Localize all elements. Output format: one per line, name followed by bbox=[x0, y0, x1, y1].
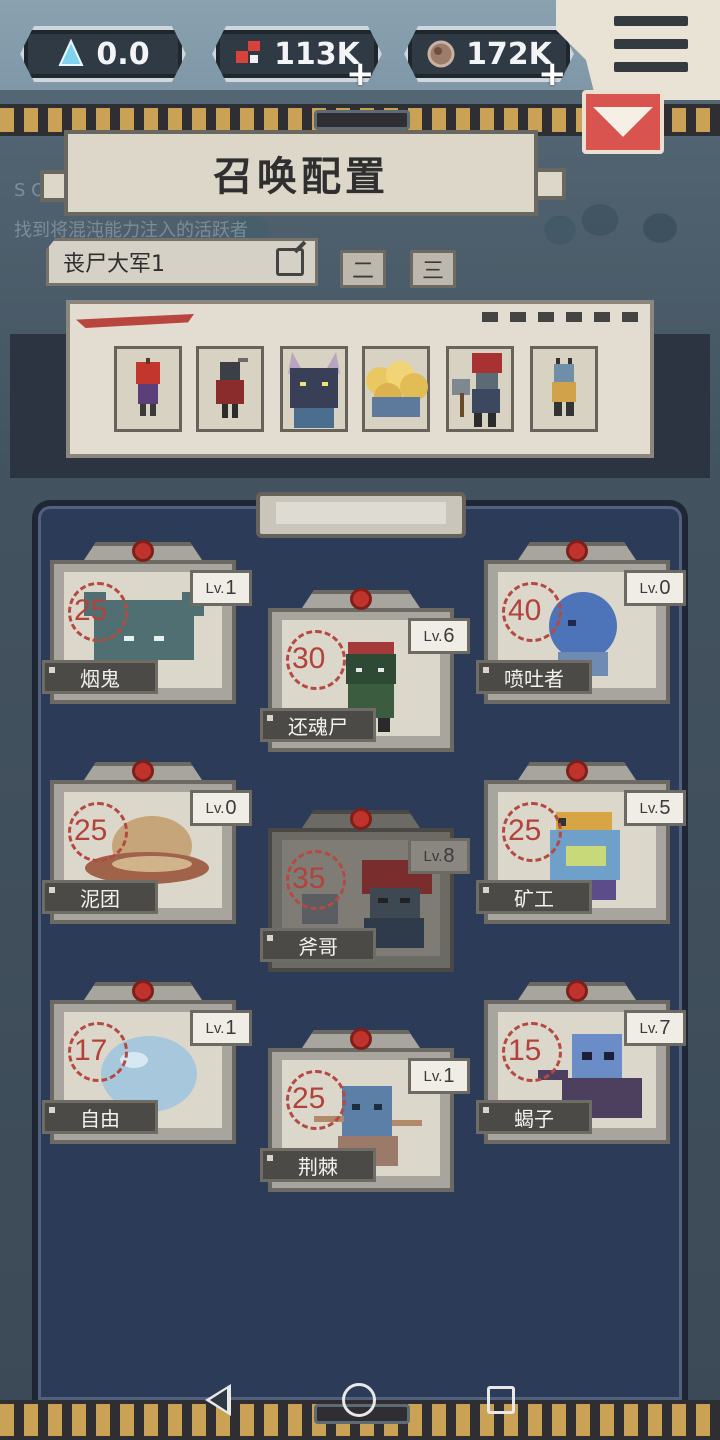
team-slot-3[interactable] bbox=[280, 346, 348, 432]
unit-level-badge: Lv. 6 bbox=[408, 618, 470, 654]
unit-level-badge: Lv. 7 bbox=[624, 1010, 686, 1046]
unit-name: 喷吐者 bbox=[476, 660, 592, 694]
back-triangle-icon[interactable] bbox=[205, 1384, 232, 1416]
gem-icon bbox=[566, 980, 588, 1002]
unit-card-thorns[interactable]: 25 Lv. 1 荆棘 bbox=[260, 1028, 470, 1192]
gem-icon bbox=[132, 540, 154, 562]
unit-level-badge: Lv. 5 bbox=[624, 790, 686, 826]
unit-cost: 25 bbox=[74, 814, 108, 847]
unit-card-scorpion[interactable]: 15 Lv. 7 蝎子 bbox=[476, 980, 686, 1144]
page-title: 召唤配置 bbox=[64, 130, 538, 216]
preset-tab-2[interactable]: 二 bbox=[340, 250, 386, 288]
team-dots bbox=[482, 312, 638, 322]
unit-name: 烟鬼 bbox=[42, 660, 158, 694]
blood-drops-icon bbox=[234, 39, 264, 69]
unit-cost: 25 bbox=[74, 594, 108, 627]
unit-cost: 35 bbox=[292, 862, 326, 895]
unit-card-smoke-ghost[interactable]: 25 Lv. 1 烟鬼 bbox=[42, 540, 252, 704]
triangle-down-icon bbox=[593, 107, 653, 137]
unit-name: 泥团 bbox=[42, 880, 158, 914]
shard-value: 0.0 bbox=[96, 36, 150, 72]
apple-head-zombie-icon bbox=[136, 358, 160, 416]
edit-icon[interactable] bbox=[276, 248, 304, 276]
team-slot-4[interactable] bbox=[362, 346, 430, 432]
unit-card-axe-bro[interactable]: 35 Lv. 8 斧哥 bbox=[260, 808, 470, 972]
top-notch bbox=[314, 110, 410, 130]
unit-cost: 15 bbox=[508, 1034, 542, 1067]
unit-name: 荆棘 bbox=[260, 1148, 376, 1182]
home-circle-icon[interactable] bbox=[341, 1383, 376, 1417]
shard-counter[interactable]: 0.0 bbox=[20, 26, 186, 82]
unit-level-badge: Lv. 0 bbox=[190, 790, 252, 826]
team-slot-2[interactable] bbox=[196, 346, 264, 432]
hamburger-menu-icon[interactable] bbox=[614, 16, 688, 72]
gem-icon bbox=[566, 540, 588, 562]
unit-name: 还魂尸 bbox=[260, 708, 376, 742]
gem-icon bbox=[132, 980, 154, 1002]
flesh-chunk-icon bbox=[426, 39, 456, 69]
unit-cost: 17 bbox=[74, 1034, 108, 1067]
unit-level-badge: Lv. 1 bbox=[408, 1058, 470, 1094]
unit-card-freedom[interactable]: 17 Lv. 1 自由 bbox=[42, 980, 252, 1144]
gem-icon bbox=[132, 760, 154, 782]
crystal-icon bbox=[56, 39, 86, 69]
unit-card-miner[interactable]: 25 Lv. 5 矿工 bbox=[476, 760, 686, 924]
unit-level-badge: Lv. 1 bbox=[190, 1010, 252, 1046]
collapse-button[interactable] bbox=[582, 90, 664, 154]
unit-level-badge: Lv. 8 bbox=[408, 838, 470, 874]
horned-brute-icon bbox=[288, 352, 340, 428]
preset-tab-3[interactable]: 三 bbox=[410, 250, 456, 288]
unit-name: 蝎子 bbox=[476, 1100, 592, 1134]
unit-cost: 25 bbox=[508, 814, 542, 847]
unit-name: 斧哥 bbox=[260, 928, 376, 962]
team-slot-5[interactable] bbox=[446, 346, 514, 432]
add-blood-plus-icon[interactable]: + bbox=[346, 54, 375, 94]
unit-card-spitter[interactable]: 40 Lv. 0 喷吐者 bbox=[476, 540, 686, 704]
gem-icon bbox=[350, 588, 372, 610]
gem-icon bbox=[566, 760, 588, 782]
roster-handle[interactable] bbox=[256, 492, 466, 538]
gem-icon bbox=[350, 1028, 372, 1050]
miner-zombie-icon bbox=[552, 358, 576, 416]
resource-bar: 0.0 113K + 172K + bbox=[0, 0, 720, 100]
spore-blob-icon bbox=[366, 361, 428, 417]
team-slot-6[interactable] bbox=[530, 346, 598, 432]
unit-level-badge: Lv. 1 bbox=[190, 570, 252, 606]
recent-apps-square-icon[interactable] bbox=[486, 1386, 515, 1414]
unit-card-mud-ball[interactable]: 25 Lv. 0 泥团 bbox=[42, 760, 252, 924]
thorn-ghoul-icon bbox=[216, 358, 248, 418]
team-slot-1[interactable] bbox=[114, 346, 182, 432]
unit-card-revenant[interactable]: 30 Lv. 6 还魂尸 bbox=[260, 588, 470, 752]
axe-zombie-icon bbox=[452, 353, 502, 427]
add-flesh-plus-icon[interactable]: + bbox=[538, 54, 567, 94]
unit-level-badge: Lv. 0 bbox=[624, 570, 686, 606]
unit-cost: 25 bbox=[292, 1082, 326, 1115]
system-nav-bar bbox=[0, 1360, 720, 1440]
unit-cost: 30 bbox=[292, 642, 326, 675]
gem-icon bbox=[350, 808, 372, 830]
unit-name: 矿工 bbox=[476, 880, 592, 914]
unit-cost: 40 bbox=[508, 594, 542, 627]
unit-name: 自由 bbox=[42, 1100, 158, 1134]
